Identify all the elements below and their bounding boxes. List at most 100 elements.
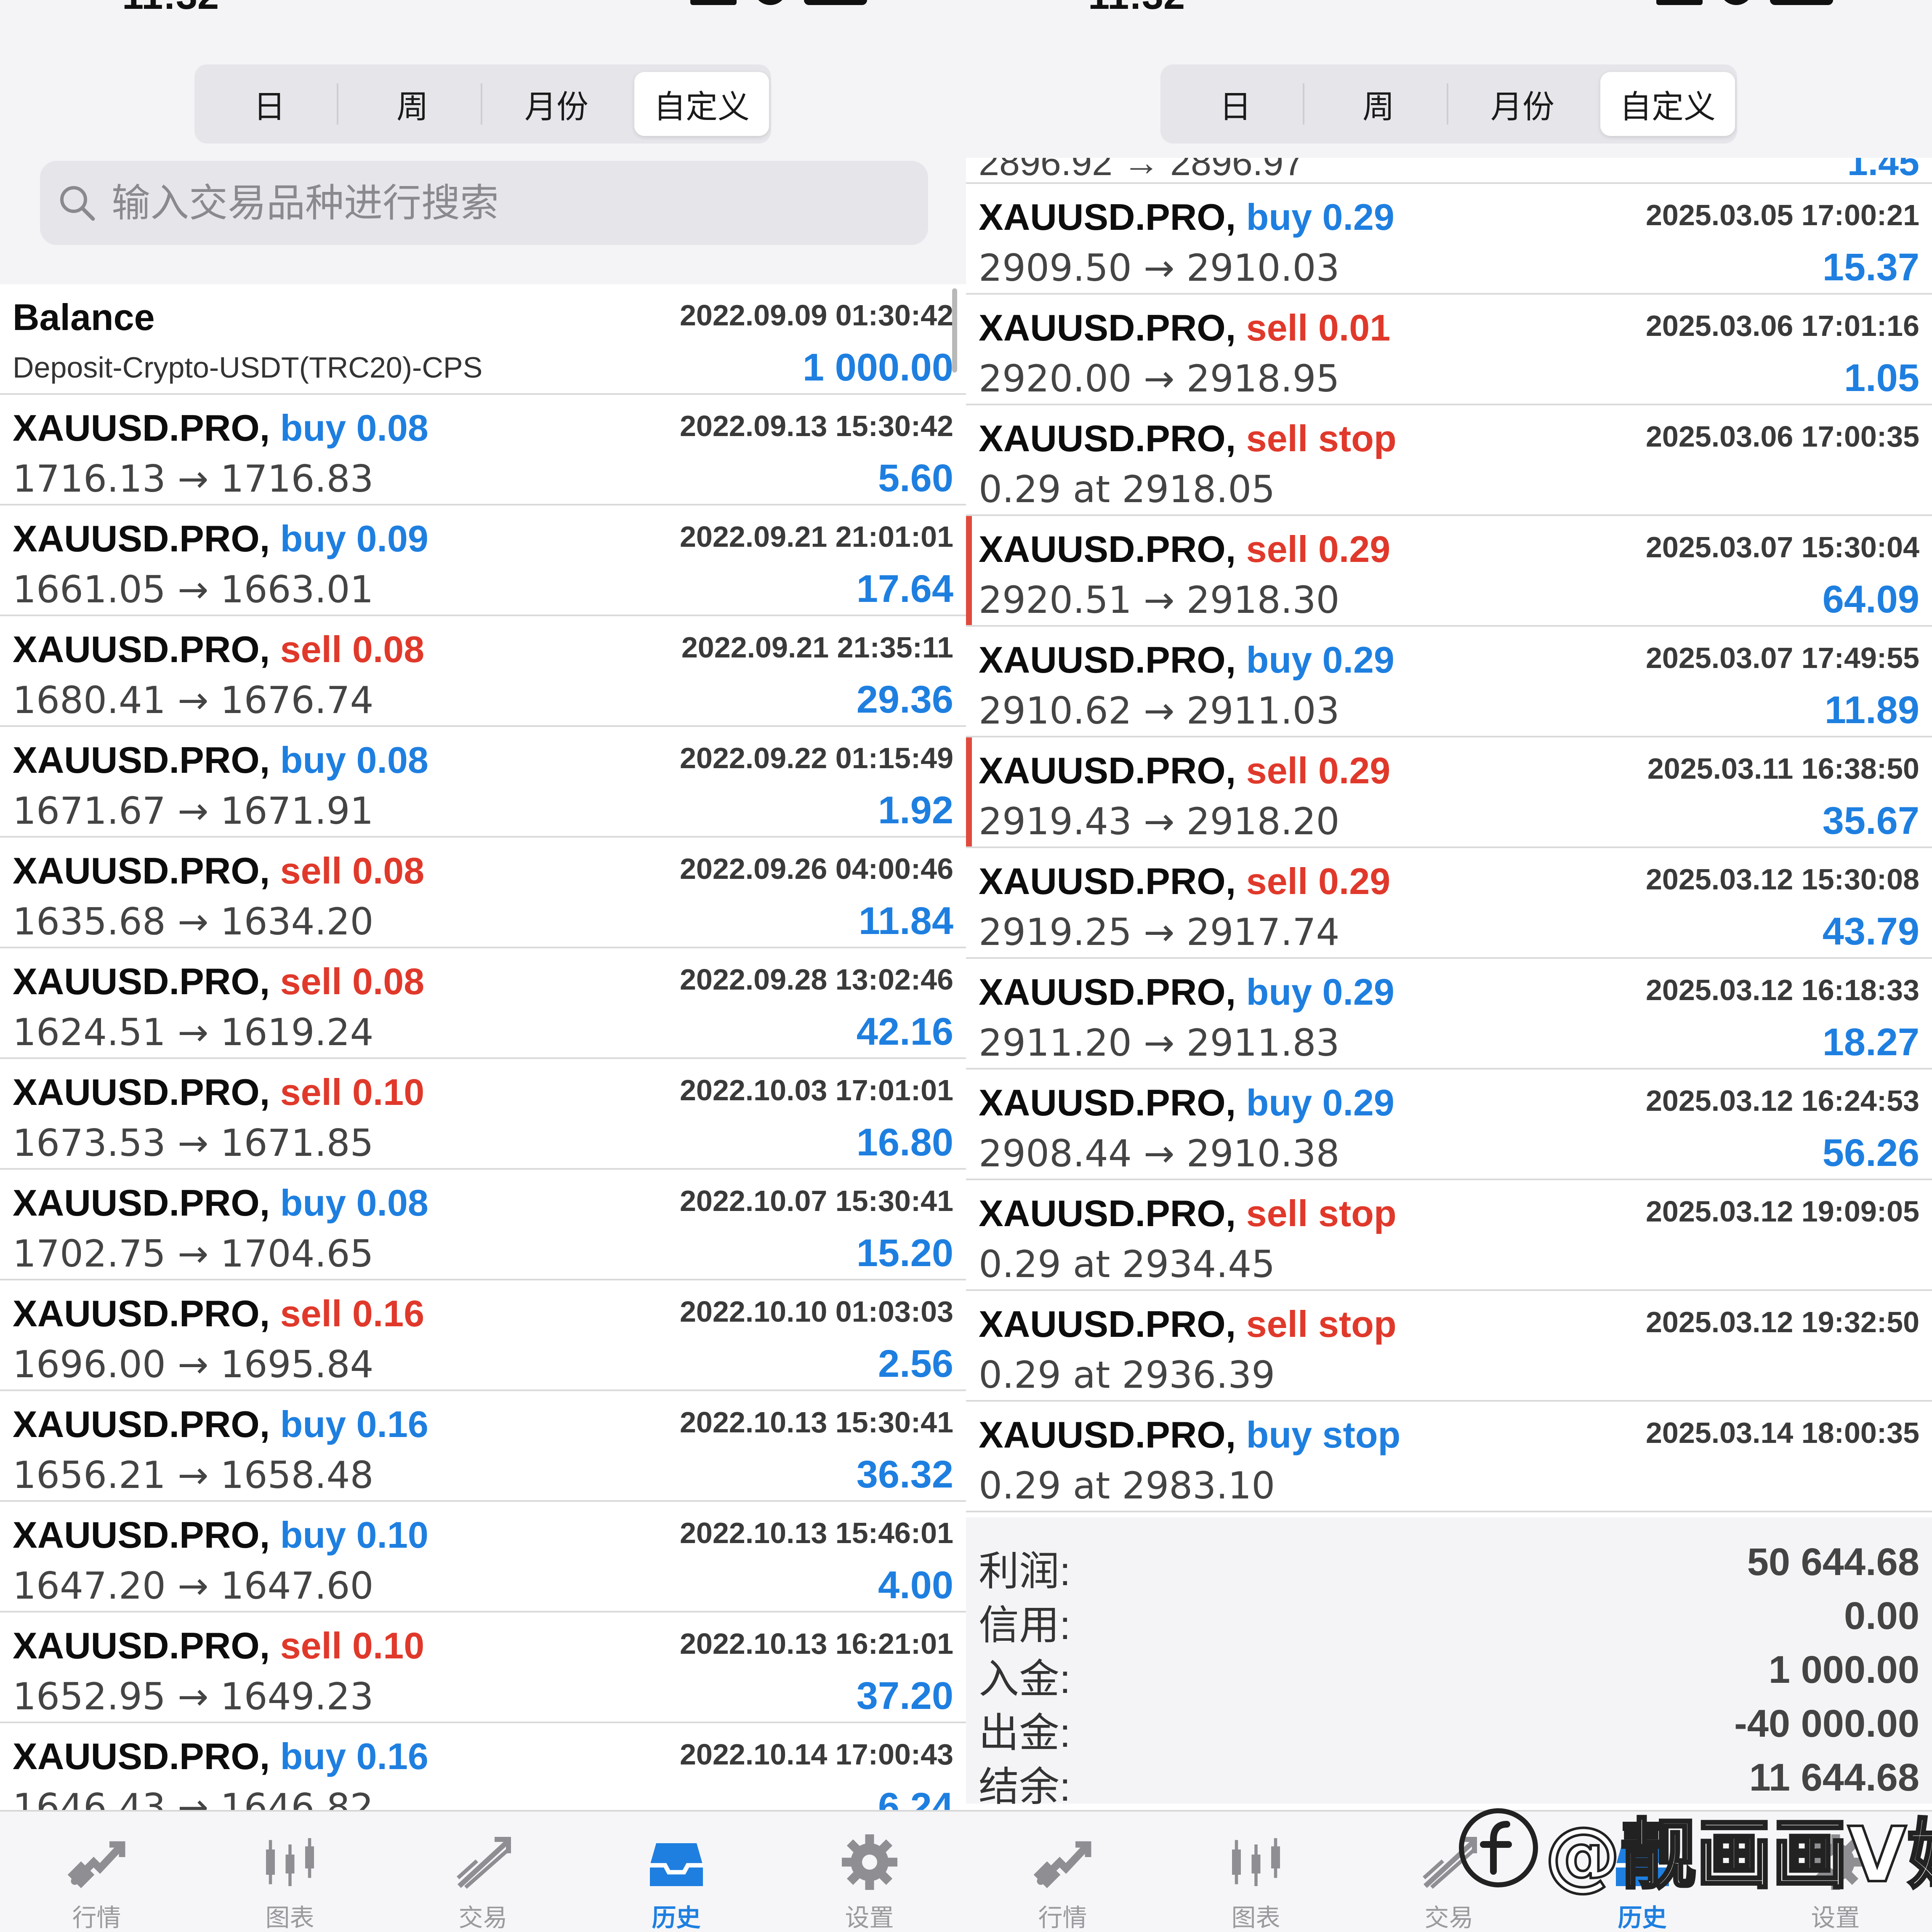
trade-row[interactable]: XAUUSD.PRO, sell 0.29 2025.03.07 15:30:04… [966,516,1932,627]
row-symbol: XAUUSD.PRO, buy 0.16 [13,1735,428,1778]
trade-row[interactable]: XAUUSD.PRO, sell 0.08 2022.09.26 04:00:46… [0,838,966,948]
row-profit: 16.80 [856,1121,953,1164]
row-prices: 2909.50 → 2910.03 [979,246,1340,290]
bottom-tab-chart[interactable]: 图表 [1159,1812,1352,1932]
trade-row[interactable]: XAUUSD.PRO, sell 0.08 2022.09.21 21:35:11… [0,616,966,727]
search-input[interactable] [112,173,911,232]
period-segmented-control: 日 周 月份 自定义 [194,64,771,144]
trade-row[interactable]: XAUUSD.PRO, buy 0.29 2025.03.12 16:18:33 2… [966,959,1932,1070]
row-prices: 2911.20 → 2911.83 [979,1021,1340,1064]
bottom-tab-settings[interactable]: 设置 [773,1812,966,1932]
tab-week[interactable]: 周 [1311,72,1446,136]
tab-custom[interactable]: 自定义 [1600,72,1735,136]
trade-row[interactable]: XAUUSD.PRO, sell 0.29 2025.03.11 16:38:50… [966,737,1932,848]
trade-row[interactable]: XAUUSD.PRO, sell 0.01 2025.03.06 17:01:16… [966,295,1932,405]
row-prices: 2919.25 → 2917.74 [979,910,1340,954]
trade-row[interactable]: XAUUSD.PRO, buy 0.10 2022.10.13 15:46:01 1… [0,1502,966,1613]
row-symbol: XAUUSD.PRO, sell 0.08 [13,849,424,892]
tab-custom[interactable]: 自定义 [634,72,769,136]
row-profit: 64.09 [1822,578,1919,621]
order-side: buy 0.09 [280,518,428,559]
bottom-tab-trade[interactable]: 交易 [386,1812,580,1932]
trade-row[interactable]: XAUUSD.PRO, buy 0.09 2022.09.21 21:01:01 1… [0,506,966,616]
summary-value: -40 000.00 [1734,1702,1919,1745]
row-prices: 1716.13 → 1716.83 [13,457,374,500]
bottom-tab-history[interactable]: 历史 [580,1812,773,1932]
symbol-name: XAUUSD.PRO, [13,1293,270,1334]
symbol-name: XAUUSD.PRO, [979,860,1236,902]
trade-row[interactable]: XAUUSD.PRO, buy stop 2025.03.14 18:00:35 0… [966,1402,1932,1512]
order-side: sell 0.08 [280,628,425,670]
row-profit: 1.05 [1844,357,1919,399]
order-side: buy 0.29 [1246,196,1394,238]
balance-row[interactable]: Balance 2022.09.09 01:30:42 Deposit-Cryp… [0,284,966,395]
quotes-icon [1033,1841,1091,1888]
order-side: buy 0.08 [280,1182,428,1224]
trade-row[interactable]: XAUUSD.PRO, buy 0.16 2022.10.13 15:30:41 1… [0,1391,966,1502]
row-date: 2025.03.12 19:09:05 [1646,1195,1919,1228]
trade-row[interactable]: XAUUSD.PRO, sell stop 2025.03.06 17:00:35… [966,405,1932,516]
trade-row[interactable]: XAUUSD.PRO, buy 0.08 2022.10.07 15:30:41 1… [0,1170,966,1280]
trade-row[interactable]: XAUUSD.PRO, sell stop 2025.03.12 19:09:05… [966,1180,1932,1291]
trade-row[interactable]: XAUUSD.PRO, sell stop 2025.03.12 19:32:50… [966,1291,1932,1402]
tab-month[interactable]: 月份 [1455,72,1590,136]
trade-row[interactable]: XAUUSD.PRO, buy 0.29 2025.03.12 16:24:53 2… [966,1070,1932,1180]
trade-row[interactable]: XAUUSD.PRO, buy 0.08 2022.09.13 15:30:42 1… [0,395,966,506]
bottom-tab-chart[interactable]: 图表 [193,1812,386,1932]
trade-row[interactable]: XAUUSD.PRO, sell 0.16 2022.10.10 01:03:03… [0,1280,966,1391]
history-list: XAUUSD.PRO, buy 0.29 2025.03.05 17:00:21 2… [966,184,1932,1512]
trade-row[interactable]: XAUUSD.PRO, sell 0.29 2025.03.12 15:30:08… [966,848,1932,959]
trade-row[interactable]: XAUUSD.PRO, sell 0.10 2022.10.03 17:01:01… [0,1059,966,1170]
row-date: 2022.09.09 01:30:42 [680,299,953,332]
row-profit: 5.60 [878,457,953,500]
row-profit: 4.00 [878,1564,953,1607]
trade-row[interactable]: XAUUSD.PRO, sell 0.10 2022.10.13 16:21:01… [0,1613,966,1723]
symbol-name: XAUUSD.PRO, [979,1192,1236,1234]
row-symbol: XAUUSD.PRO, buy 0.09 [13,517,428,560]
trade-row[interactable]: XAUUSD.PRO, buy 0.29 2025.03.07 17:49:55 2… [966,627,1932,737]
order-side: buy 0.16 [280,1735,428,1777]
row-prices: 2896.92 → 2896.97 [979,158,1304,183]
row-symbol: XAUUSD.PRO, sell 0.29 [979,860,1390,903]
signal-icon [690,0,737,5]
order-side: sell 0.29 [1246,860,1391,902]
trade-row[interactable]: XAUUSD.PRO, sell 0.08 2022.09.28 13:02:46… [0,948,966,1059]
trade-row[interactable]: XAUUSD.PRO, buy 0.08 2022.09.22 01:15:49 1… [0,727,966,838]
signal-icon [1656,0,1703,5]
symbol-name: XAUUSD.PRO, [13,628,270,670]
period-segmented-control: 日 周 月份 自定义 [1160,64,1737,144]
left-screenshot-panel: 11:32 日 周 月份 自定义 Balance 2022.09.09 01:3… [0,0,966,1932]
tab-label: 图表 [265,1904,314,1932]
summary-label: 结余: [979,1764,1071,1810]
symbol-name: XAUUSD.PRO, [979,750,1236,791]
symbol-name: XAUUSD.PRO, [13,961,270,1002]
scrollbar[interactable] [952,288,957,373]
tab-label: 交易 [1424,1904,1474,1932]
trade-row[interactable]: XAUUSD.PRO, buy 0.29 2025.03.05 17:00:21 2… [966,184,1932,295]
row-prices: 2908.44 → 2910.38 [979,1132,1340,1175]
order-side: buy 0.29 [1246,971,1394,1013]
bottom-tab-quotes[interactable]: 行情 [966,1812,1159,1932]
row-symbol: XAUUSD.PRO, buy 0.16 [13,1403,428,1446]
row-date: 2025.03.11 16:38:50 [1647,752,1919,785]
summary-deposit: 入金: 1 000.00 [979,1642,1919,1702]
tab-day[interactable]: 日 [202,72,337,136]
row-symbol: XAUUSD.PRO, buy 0.08 [13,739,428,782]
tab-week[interactable]: 周 [345,72,480,136]
row-symbol: XAUUSD.PRO, sell stop [979,417,1397,460]
clipped-row: 2896.92 → 2896.97 1.45 [966,158,1932,184]
order-side: sell 0.01 [1246,307,1391,349]
chart-icon [1232,1838,1280,1886]
tab-month[interactable]: 月份 [489,72,624,136]
order-side: sell 0.29 [1246,528,1391,570]
summary-credit: 信用: 0.00 [979,1588,1919,1648]
bottom-tab-quotes[interactable]: 行情 [0,1812,193,1932]
search-bar[interactable] [40,161,928,245]
symbol-name: XAUUSD.PRO, [979,971,1236,1013]
row-date: 2025.03.07 17:49:55 [1646,641,1919,674]
tab-day[interactable]: 日 [1168,72,1303,136]
row-symbol: XAUUSD.PRO, sell 0.08 [13,628,424,671]
symbol-name: XAUUSD.PRO, [13,739,270,781]
row-date: 2025.03.06 17:01:16 [1646,309,1919,342]
symbol-name: XAUUSD.PRO, [13,1071,270,1113]
